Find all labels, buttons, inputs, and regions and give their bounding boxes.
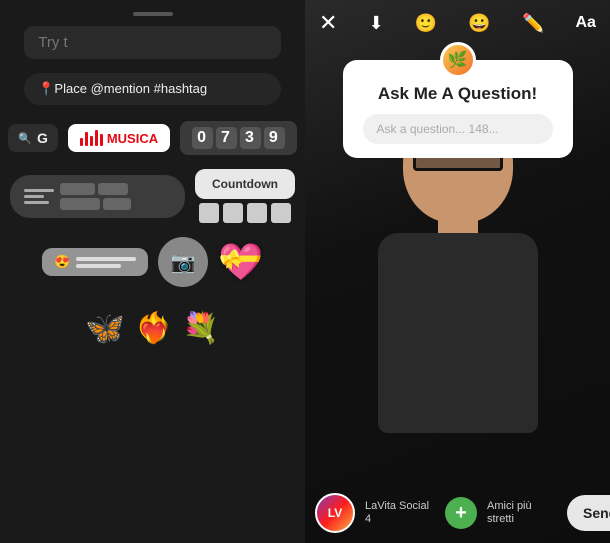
search-small-icon: 🔍: [18, 132, 32, 145]
poll-bar-2: [98, 183, 128, 195]
ask-question-sticker[interactable]: 🌿 Ask Me A Question! Ask a question... 1…: [343, 60, 573, 158]
countdown-label-sticker[interactable]: Countdown: [195, 169, 295, 223]
digit-9: 9: [264, 127, 285, 149]
countdown-sq-4: [271, 203, 291, 223]
emoji-slider-sticker[interactable]: 😍: [42, 248, 148, 276]
sticker-row-2: Countdown: [10, 169, 295, 223]
pencil-button[interactable]: ✏️: [522, 13, 544, 34]
question-placeholder-text: Ask a question... 148...: [377, 122, 499, 136]
download-button[interactable]: ⬇: [369, 13, 384, 34]
music-sticker[interactable]: MUSICA: [68, 124, 170, 152]
sticker-picker-panel: 📍Place @mention #hashtag 🔍 G MUSICA 0 7 …: [0, 0, 305, 543]
sticker-tags-suggestion[interactable]: 📍Place @mention #hashtag: [24, 73, 281, 105]
emoji-bar-2: [76, 264, 121, 268]
question-sticker-title: Ask Me A Question!: [363, 84, 553, 104]
send-to-label: Send To ›: [583, 505, 610, 521]
question-sticker-input[interactable]: Ask a question... 148...: [363, 114, 553, 144]
digit-7: 7: [216, 127, 237, 149]
close-button[interactable]: ✕: [319, 10, 337, 36]
sticker-button[interactable]: 😀: [468, 13, 490, 34]
story-bottom-bar: LV LaVita Social 4 + Amici più stretti S…: [305, 483, 610, 543]
countdown-sq-2: [223, 203, 243, 223]
digit-3: 3: [240, 127, 261, 149]
text-button[interactable]: Aa: [576, 14, 596, 32]
heart-emoji-icon: 💝: [218, 241, 263, 282]
poll-sticker[interactable]: [10, 175, 185, 218]
sticker-row-4: 🦋 ❤️‍🔥 💐: [10, 309, 295, 347]
camera-icon: 📷: [171, 250, 196, 275]
add-close-friends-button[interactable]: +: [445, 497, 477, 529]
countdown-sq-3: [247, 203, 267, 223]
music-bar-1: [80, 138, 83, 146]
user-avatar[interactable]: LV: [315, 493, 355, 533]
poll-bar-1: [60, 183, 95, 195]
butterfly-sticker[interactable]: 🦋: [85, 309, 125, 347]
music-bar-2: [85, 132, 88, 146]
drag-handle[interactable]: [133, 12, 173, 16]
poll-options: [60, 183, 140, 210]
countdown-squares: [199, 203, 291, 223]
music-bars-icon: [80, 130, 103, 146]
poll-line-1: [24, 189, 54, 192]
poll-bar-4: [103, 198, 131, 210]
gif-label: G: [37, 130, 48, 146]
face-filter-button[interactable]: 🙂: [415, 13, 437, 34]
person-figure: [358, 103, 558, 483]
story-editor-panel: ✕ ⬇ 🙂 😀 ✏️ Aa 🌿 Ask Me A Question! Ask a…: [305, 0, 610, 543]
person-body: [378, 233, 538, 433]
countdown-digits-sticker[interactable]: 0 7 3 9: [180, 121, 297, 155]
music-bar-3: [90, 136, 93, 146]
emoji-slider-bars: [76, 257, 136, 268]
heart-sticker[interactable]: 💝: [218, 241, 263, 283]
send-to-button[interactable]: Send To ›: [567, 495, 610, 531]
poll-line-2: [24, 195, 44, 198]
poll-lines-icon: [24, 189, 54, 204]
sticker-row-1: 🔍 G MUSICA 0 7 3 9: [10, 121, 295, 155]
red-character-sticker[interactable]: ❤️‍🔥: [135, 311, 172, 346]
flower-sticker[interactable]: 💐: [182, 311, 219, 346]
question-sticker-avatar: 🌿: [440, 42, 476, 78]
sticker-row-3: 😍 📷 💝: [10, 237, 295, 287]
username-label: LaVita Social 4: [365, 500, 435, 526]
countdown-sq-1: [199, 203, 219, 223]
gif-sticker[interactable]: 🔍 G: [8, 124, 58, 152]
music-label: MUSICA: [107, 131, 158, 146]
music-bar-5: [100, 134, 103, 146]
countdown-text: Countdown: [195, 169, 295, 199]
story-toolbar: ✕ ⬇ 🙂 😀 ✏️ Aa: [305, 10, 610, 36]
close-friends-label: Amici più stretti: [487, 500, 557, 526]
digit-0: 0: [192, 127, 213, 149]
camera-sticker[interactable]: 📷: [158, 237, 208, 287]
poll-line-3: [24, 201, 49, 204]
sticker-search-input[interactable]: [24, 26, 281, 59]
emoji-face: 😍: [54, 254, 70, 270]
emoji-bar-1: [76, 257, 136, 261]
poll-bar-3: [60, 198, 100, 210]
music-bar-4: [95, 130, 98, 146]
